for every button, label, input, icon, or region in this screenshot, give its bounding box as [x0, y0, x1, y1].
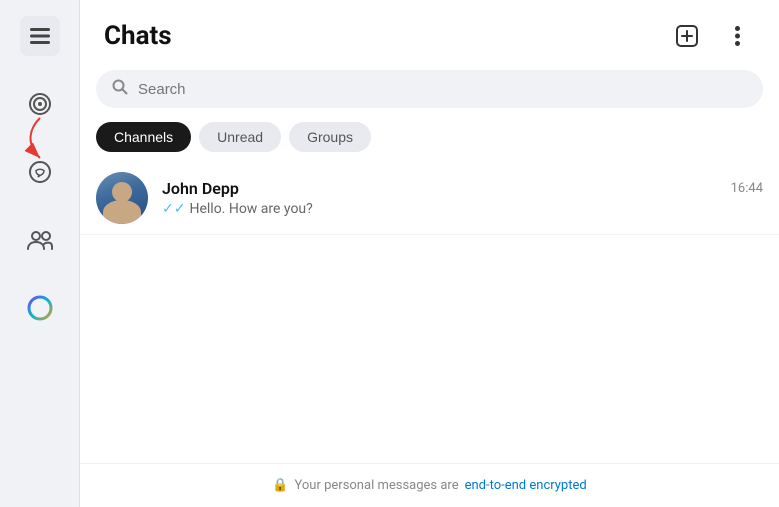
tab-groups[interactable]: Groups: [289, 122, 371, 152]
encryption-text: Your personal messages are: [294, 478, 458, 493]
read-receipt-icon: ✓✓: [162, 201, 185, 217]
header: Chats: [80, 0, 779, 66]
sidebar-icon-target[interactable]: [20, 84, 60, 124]
more-options-button[interactable]: [719, 18, 755, 54]
tab-unread[interactable]: Unread: [199, 122, 281, 152]
page-title: Chats: [104, 21, 172, 51]
sidebar: [0, 0, 80, 507]
chat-preview-text: Hello. How are you?: [189, 201, 312, 217]
encryption-notice: 🔒 Your personal messages are end-to-end …: [80, 463, 779, 507]
sidebar-icon-groups[interactable]: [20, 220, 60, 260]
search-icon: [112, 79, 128, 99]
lock-icon: 🔒: [272, 478, 288, 493]
new-chat-button[interactable]: [669, 18, 705, 54]
avatar: [96, 172, 148, 224]
chat-info: John Depp 16:44 ✓✓ Hello. How are you?: [162, 179, 763, 217]
filter-tabs: Channels Unread Groups: [80, 118, 779, 162]
search-input[interactable]: [138, 81, 747, 98]
chat-preview: ✓✓ Hello. How are you?: [162, 201, 763, 217]
chat-name: John Depp: [162, 179, 239, 198]
main-panel: Chats: [80, 0, 779, 507]
search-bar: [96, 70, 763, 108]
chat-item[interactable]: John Depp 16:44 ✓✓ Hello. How are you?: [80, 162, 779, 235]
sidebar-icon-circle[interactable]: [20, 288, 60, 328]
chat-list: John Depp 16:44 ✓✓ Hello. How are you?: [80, 162, 779, 463]
sidebar-icon-menu[interactable]: [20, 16, 60, 56]
header-actions: [669, 18, 755, 54]
tab-channels[interactable]: Channels: [96, 122, 191, 152]
chat-time: 16:44: [731, 181, 763, 196]
encryption-link[interactable]: end-to-end encrypted: [465, 478, 587, 493]
chat-name-row: John Depp 16:44: [162, 179, 763, 198]
sidebar-icon-chat[interactable]: [20, 152, 60, 192]
